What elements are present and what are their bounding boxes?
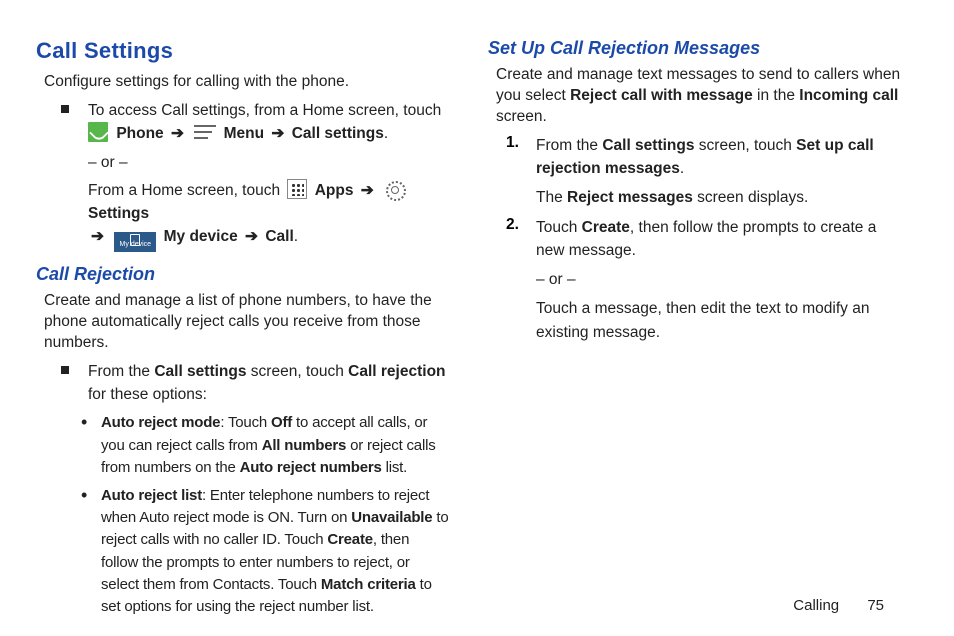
text: From a Home screen, touch: [88, 182, 284, 199]
apps-label: Apps: [315, 182, 358, 199]
call-rejection-intro: Create and manage a list of phone number…: [44, 291, 450, 354]
or-block: – or –: [36, 151, 450, 174]
settings-icon: [384, 179, 404, 199]
call-label: Call: [265, 228, 293, 245]
access-line1: To access Call settings, from a Home scr…: [88, 99, 450, 146]
right-column: Set Up Call Rejection Messages Create an…: [488, 38, 902, 624]
rejection-step: From the Call settings screen, touch Cal…: [46, 360, 450, 407]
apps-icon: [287, 179, 307, 199]
step-number: 1.: [506, 134, 519, 152]
step-2: 2. Touch Create, then follow the prompts…: [498, 216, 902, 263]
rejection-messages-intro: Create and manage text messages to send …: [496, 65, 902, 128]
option-text: Auto reject mode: Touch Off to accept al…: [101, 412, 450, 479]
option-auto-reject-mode: Auto reject mode: Touch Off to accept al…: [81, 412, 450, 479]
step-text: Touch Create, then follow the prompts to…: [536, 216, 902, 263]
arrow-icon: ➔: [245, 225, 258, 248]
arrow-icon: ➔: [171, 122, 184, 145]
call-settings-label: Call settings: [292, 125, 384, 142]
page-columns: Call Settings Configure settings for cal…: [36, 38, 902, 624]
access-block: To access Call settings, from a Home scr…: [46, 99, 450, 146]
option-text: Auto reject list: Enter telephone number…: [101, 485, 450, 618]
page-footer: Calling 75: [793, 597, 884, 614]
step-2-or: – or –: [488, 268, 902, 291]
footer-section: Calling: [793, 597, 839, 614]
step-text: From the Call settings screen, touch Set…: [536, 134, 902, 181]
menu-label: Menu: [224, 125, 269, 142]
settings-label: Settings: [88, 205, 149, 222]
step-1-note: The Reject messages screen displays.: [488, 186, 902, 209]
step-1: 1. From the Call settings screen, touch …: [498, 134, 902, 181]
left-column: Call Settings Configure settings for cal…: [36, 38, 450, 624]
arrow-icon: ➔: [361, 179, 374, 202]
section-title: Call Settings: [36, 38, 450, 64]
access-line2: From a Home screen, touch Apps ➔ Setting…: [88, 179, 450, 253]
arrow-icon: ➔: [91, 225, 104, 248]
section-intro: Configure settings for calling with the …: [44, 72, 450, 93]
alt-text: Touch a message, then edit the text to m…: [536, 297, 902, 344]
text: To access Call settings, from a Home scr…: [88, 102, 441, 119]
rejection-step-text: From the Call settings screen, touch Cal…: [88, 360, 450, 407]
arrow-icon: ➔: [271, 122, 284, 145]
option-auto-reject-list: Auto reject list: Enter telephone number…: [81, 485, 450, 618]
mydevice-icon: My device: [114, 232, 156, 252]
note-text: The Reject messages screen displays.: [536, 186, 902, 209]
step-2-alt: Touch a message, then edit the text to m…: [488, 297, 902, 344]
page-number: 75: [867, 597, 884, 614]
step-number: 2.: [506, 216, 519, 234]
or-text: – or –: [536, 268, 902, 291]
phone-icon: [88, 122, 108, 142]
phone-label: Phone: [116, 125, 168, 142]
rejection-messages-heading: Set Up Call Rejection Messages: [488, 38, 902, 59]
mydevice-label: My device: [164, 228, 242, 245]
menu-icon: [194, 125, 216, 141]
call-rejection-heading: Call Rejection: [36, 264, 450, 285]
access-line2-block: From a Home screen, touch Apps ➔ Setting…: [36, 179, 450, 253]
or-text: – or –: [88, 151, 450, 174]
